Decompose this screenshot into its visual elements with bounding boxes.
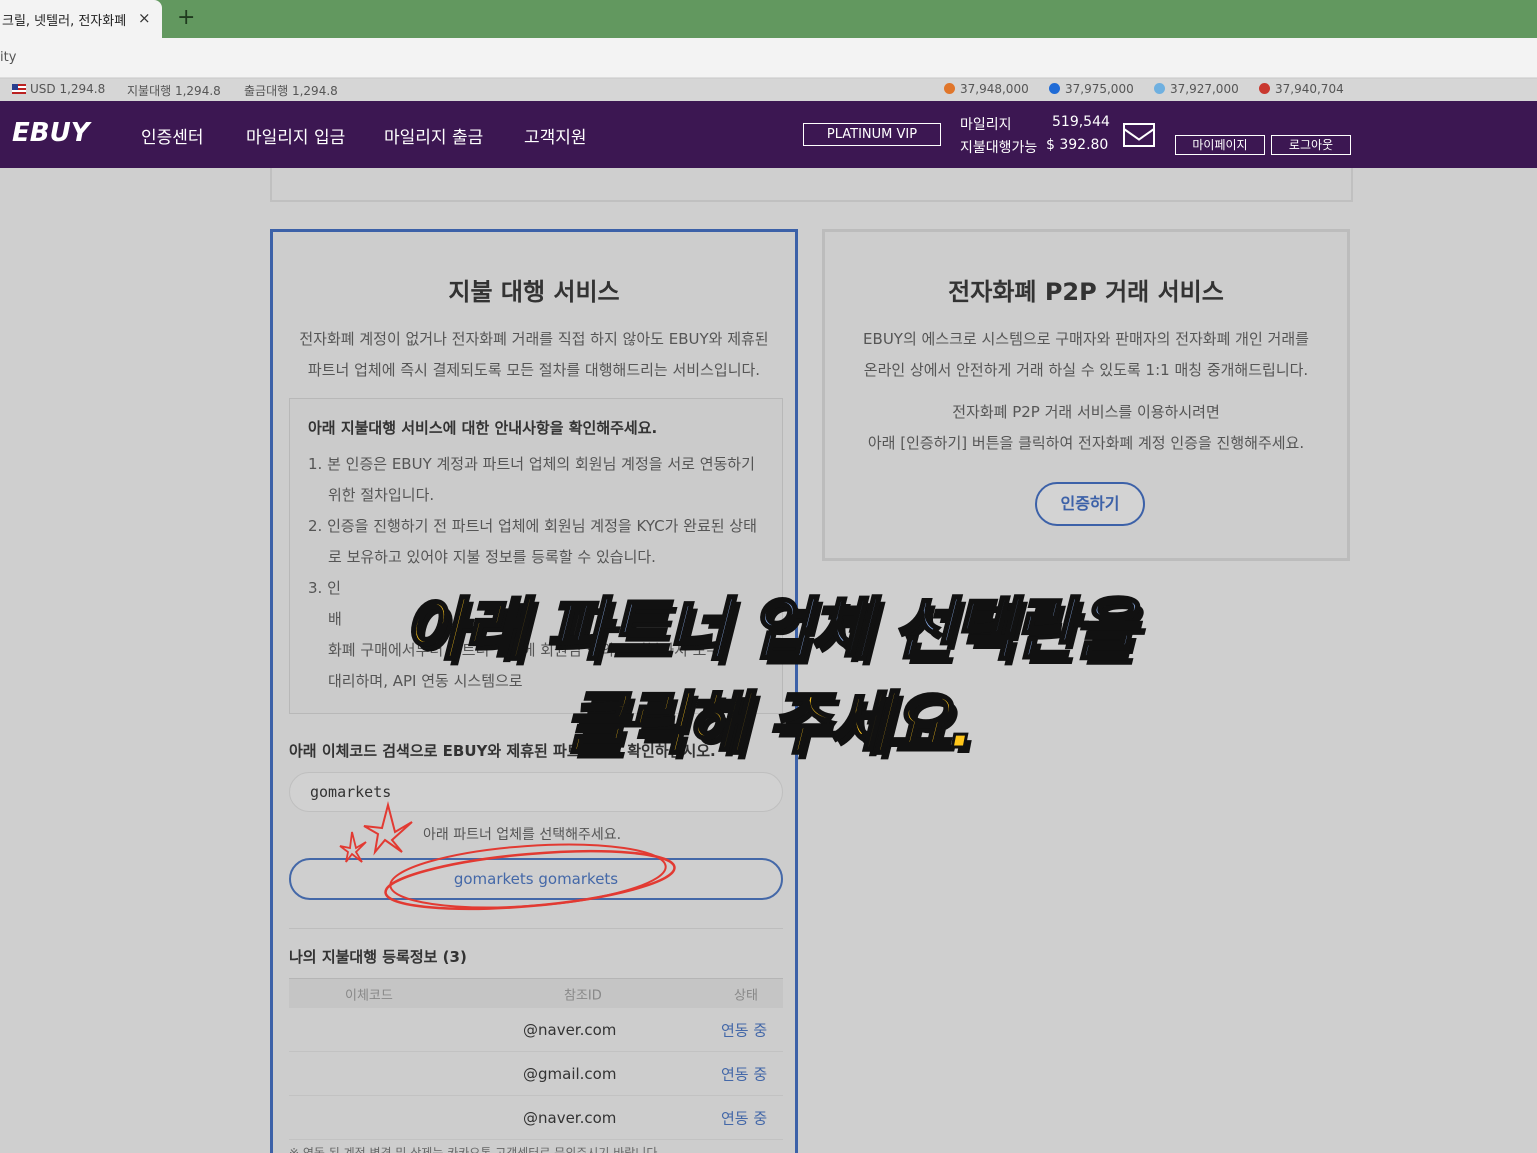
caption-text-yellow: 클릭해 주세요. — [563, 684, 977, 766]
caption-text-blue: 파트너 업체 선택란을 — [544, 590, 1137, 672]
caption-text-yellow: 아래 — [401, 590, 527, 672]
caption-line-2: 클릭해 주세요. — [0, 668, 1537, 767]
caption-line-1: 아래 파트너 업체 선택란을 — [0, 574, 1537, 673]
star-icon — [339, 831, 367, 863]
star-icon — [363, 801, 413, 856]
highlight-circle — [384, 849, 676, 911]
highlight-circle — [389, 843, 667, 909]
